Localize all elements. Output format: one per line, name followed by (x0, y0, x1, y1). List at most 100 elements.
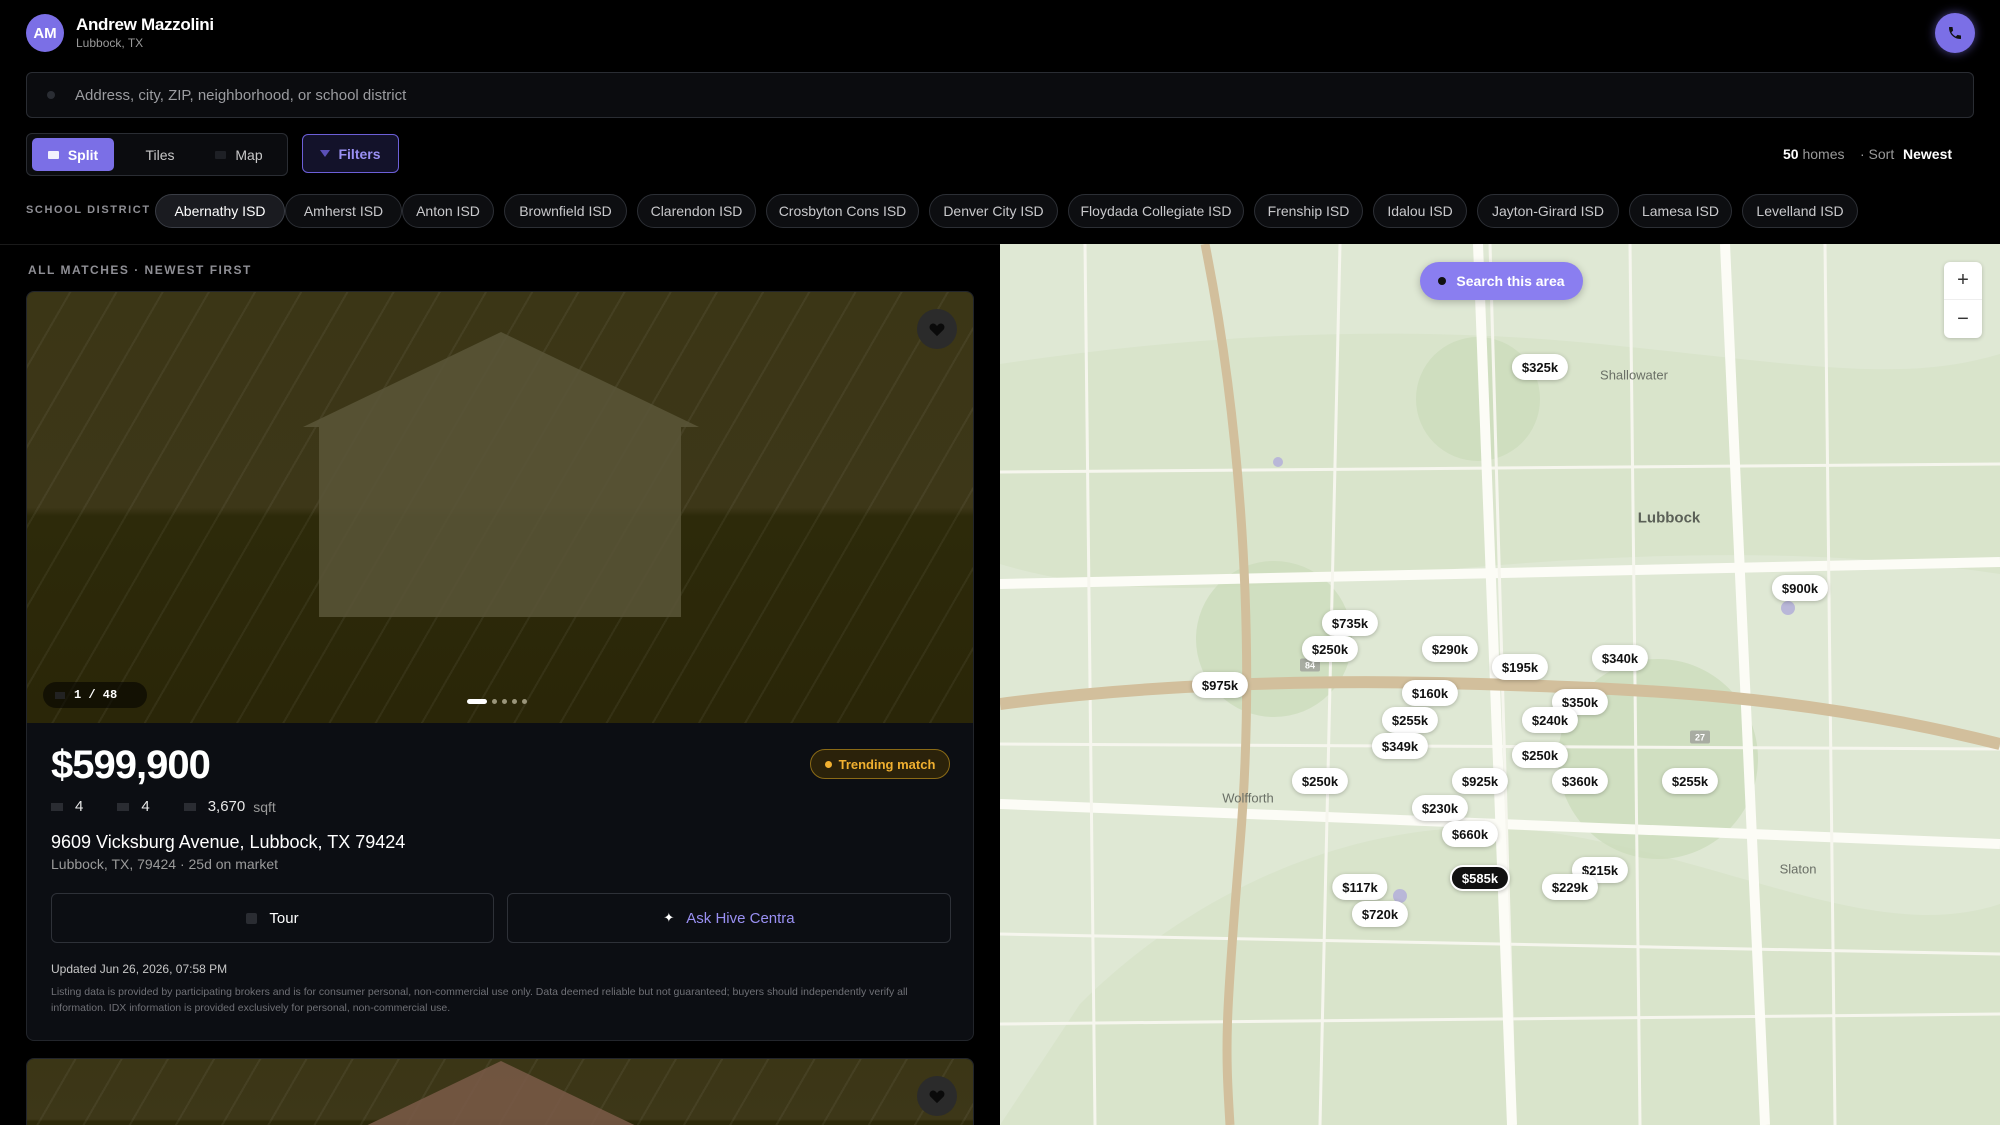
sort-dropdown[interactable]: Newest (1903, 146, 1952, 162)
price-pin[interactable]: $229k (1541, 874, 1599, 900)
photo-carousel-dots[interactable] (467, 699, 527, 704)
zoom-in-button[interactable]: + (1944, 262, 1982, 300)
tour-button[interactable]: Tour (51, 893, 494, 943)
filters-button[interactable]: Filters (302, 134, 399, 173)
price-pin[interactable]: $349k (1371, 733, 1429, 759)
house-illustration-body (319, 427, 681, 617)
listing-address[interactable]: 9609 Vicksburg Avenue, Lubbock, TX 79424 (51, 832, 405, 853)
carousel-dot[interactable] (512, 699, 517, 704)
map-view-icon (215, 150, 227, 159)
price-pin[interactable]: $255k (1661, 768, 1719, 794)
price-pin[interactable]: $195k (1491, 654, 1549, 680)
listing-photo[interactable] (27, 1059, 973, 1125)
listing-price: $599,900 (51, 743, 211, 787)
chip-school-district[interactable]: Levelland ISD (1742, 194, 1858, 228)
chip-school-district[interactable]: Anton ISD (402, 194, 494, 228)
price-pin[interactable]: $975k (1191, 672, 1249, 698)
calendar-icon (246, 912, 258, 924)
listing-subline: Lubbock, TX, 79424 · 25d on market (51, 856, 278, 872)
carousel-dot[interactable] (502, 699, 507, 704)
split-view-icon (47, 150, 59, 159)
listing-card[interactable]: 1 / 48 $599,900 Trending match 4 4 3,670… (26, 291, 974, 1041)
search-bar (26, 72, 1974, 118)
map-view[interactable]: 84 27 Shallowater Lubbock Wolfforth Slat… (1000, 244, 2000, 1125)
chip-school-district[interactable]: Frenship ISD (1254, 194, 1363, 228)
price-pin[interactable]: $160k (1401, 680, 1459, 706)
search-icon (47, 91, 55, 99)
results-count-number: 50 (1783, 146, 1799, 162)
chip-school-district[interactable]: Clarendon ISD (637, 194, 756, 228)
view-tiles-label: Tiles (145, 146, 175, 163)
chip-school-district[interactable]: Jayton-Girard ISD (1477, 194, 1619, 228)
price-pin[interactable]: $360k (1551, 768, 1609, 794)
place-label-slaton: Slaton (1779, 861, 1817, 877)
avatar[interactable]: AM (26, 14, 64, 52)
carousel-dot[interactable] (467, 699, 487, 704)
price-pin[interactable]: $250k (1301, 636, 1359, 662)
chip-school-district[interactable]: Denver City ISD (929, 194, 1058, 228)
search-this-area-button[interactable]: Search this area (1420, 262, 1583, 300)
baths-value: 4 (141, 798, 150, 815)
price-pin[interactable]: $925k (1451, 768, 1509, 794)
trending-badge: Trending match (810, 749, 950, 779)
heart-icon (929, 323, 945, 336)
sqft-unit: sqft (253, 798, 276, 815)
top-bar: AM Andrew Mazzolini Lubbock, TX (0, 0, 2000, 66)
search-input[interactable] (75, 73, 1955, 117)
price-pin[interactable]: $340k (1591, 645, 1649, 671)
trending-badge-label: Trending match (838, 756, 936, 772)
carousel-dot[interactable] (522, 699, 527, 704)
map-base (1000, 244, 2000, 1125)
price-pin[interactable]: $255k (1381, 707, 1439, 733)
price-pin-selected[interactable]: $585k (1449, 865, 1511, 891)
ask-hive-centra-button[interactable]: ✦ Ask Hive Centra (507, 893, 951, 943)
favorite-button[interactable] (917, 309, 957, 349)
listing-photo[interactable]: 1 / 48 (27, 292, 973, 723)
area-icon (183, 802, 196, 811)
user-location: Lubbock, TX (76, 36, 144, 50)
sparkle-icon: ✦ (663, 910, 675, 925)
beds-value: 4 (75, 798, 84, 815)
chip-school-district[interactable]: Abernathy ISD (155, 194, 285, 228)
view-map-button[interactable]: Map (197, 138, 281, 171)
listing-card[interactable] (26, 1058, 974, 1125)
chip-school-district[interactable]: Crosbyton Cons ISD (766, 194, 919, 228)
view-map-label: Map (235, 146, 263, 163)
price-pin[interactable]: $660k (1441, 821, 1499, 847)
chip-school-district[interactable]: Brownfield ISD (504, 194, 627, 228)
place-label-wolfforth: Wolfforth (1222, 790, 1274, 806)
price-pin[interactable]: $250k (1511, 742, 1569, 768)
chip-school-district[interactable]: Lamesa ISD (1629, 194, 1732, 228)
carousel-dot[interactable] (492, 699, 497, 704)
heart-icon (929, 1090, 945, 1103)
filter-icon (320, 150, 331, 157)
photo-counter: 1 / 48 (43, 682, 147, 708)
price-pin[interactable]: $735k (1321, 610, 1379, 636)
chip-school-district[interactable]: Floydada Collegiate ISD (1068, 194, 1244, 228)
price-pin[interactable]: $230k (1411, 795, 1469, 821)
phone-icon (1949, 27, 1961, 39)
trending-dot-icon (824, 760, 832, 768)
view-split-button[interactable]: Split (32, 138, 114, 171)
chip-school-district[interactable]: Amherst ISD (285, 194, 402, 228)
search-area-icon (1438, 277, 1447, 285)
call-button[interactable] (1935, 13, 1975, 53)
favorite-button[interactable] (917, 1076, 957, 1116)
price-pin[interactable]: $240k (1521, 707, 1579, 733)
price-pin[interactable]: $900k (1771, 575, 1829, 601)
price-pin[interactable]: $290k (1421, 636, 1479, 662)
price-pin[interactable]: $250k (1291, 768, 1349, 794)
price-pin[interactable]: $117k (1332, 874, 1388, 900)
sort-label: · Sort (1860, 146, 1895, 162)
results-count: 50 homes (1783, 146, 1845, 162)
zoom-out-button[interactable]: − (1944, 300, 1982, 338)
photo-counter-text: 1 / 48 (74, 688, 118, 702)
price-pin[interactable]: $720k (1351, 901, 1409, 927)
idx-disclaimer: Listing data is provided by participatin… (51, 986, 908, 1014)
listing-stats: 4 4 3,670 sqft (51, 798, 276, 815)
updated-timestamp: Updated Jun 26, 2026, 07:58 PM (51, 962, 228, 976)
chip-school-district[interactable]: Idalou ISD (1373, 194, 1467, 228)
tour-button-label: Tour (269, 909, 299, 927)
view-tiles-button[interactable]: Tiles (123, 138, 197, 171)
price-pin[interactable]: $325k (1511, 354, 1569, 380)
